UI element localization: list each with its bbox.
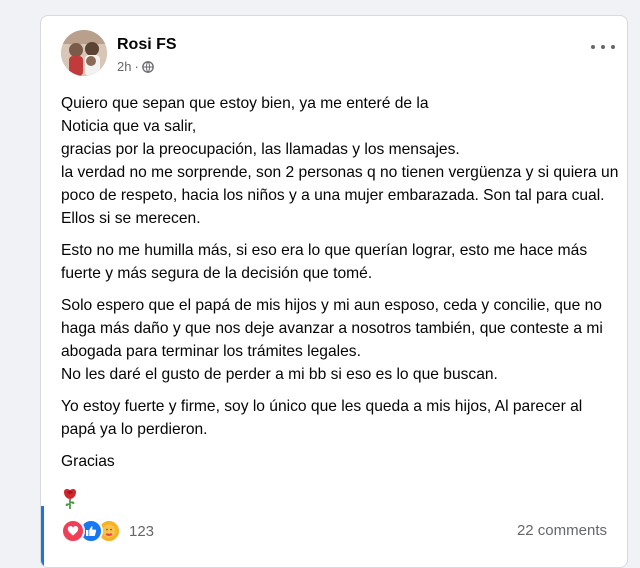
more-options-icon[interactable] (591, 42, 615, 52)
post-paragraph: Esto no me humilla más, si eso era lo qu… (61, 242, 588, 282)
meta-separator: · (134, 59, 139, 74)
post-paragraph: Quiero que sepan que estoy bien, ya me e… (61, 95, 619, 227)
more-dot (601, 45, 605, 49)
more-dot (611, 45, 615, 49)
author-name[interactable]: Rosi FS (117, 36, 177, 54)
focus-indicator (41, 506, 44, 567)
post-time[interactable]: 2h (117, 59, 131, 74)
reactions-summary[interactable]: 123 (61, 519, 154, 543)
post-meta: 2h · (117, 59, 154, 74)
post-body: Quiero que sepan que estoy bien, ya me e… (61, 92, 621, 482)
avatar[interactable] (61, 30, 107, 76)
love-icon (61, 519, 85, 543)
post-paragraph: Solo espero que el papá de mis hijos y m… (61, 297, 603, 383)
reaction-count: 123 (129, 522, 155, 540)
more-dot (591, 45, 595, 49)
post-paragraph: Gracias (61, 453, 115, 470)
post-paragraph: Yo estoy fuerte y firme, soy lo único qu… (61, 398, 583, 438)
post-card: Rosi FS 2h · Quiero que sepan que estoy … (40, 15, 628, 568)
comments-count-link[interactable]: 22 comments (517, 522, 607, 539)
rose-icon (61, 488, 79, 510)
globe-icon[interactable] (141, 60, 154, 73)
